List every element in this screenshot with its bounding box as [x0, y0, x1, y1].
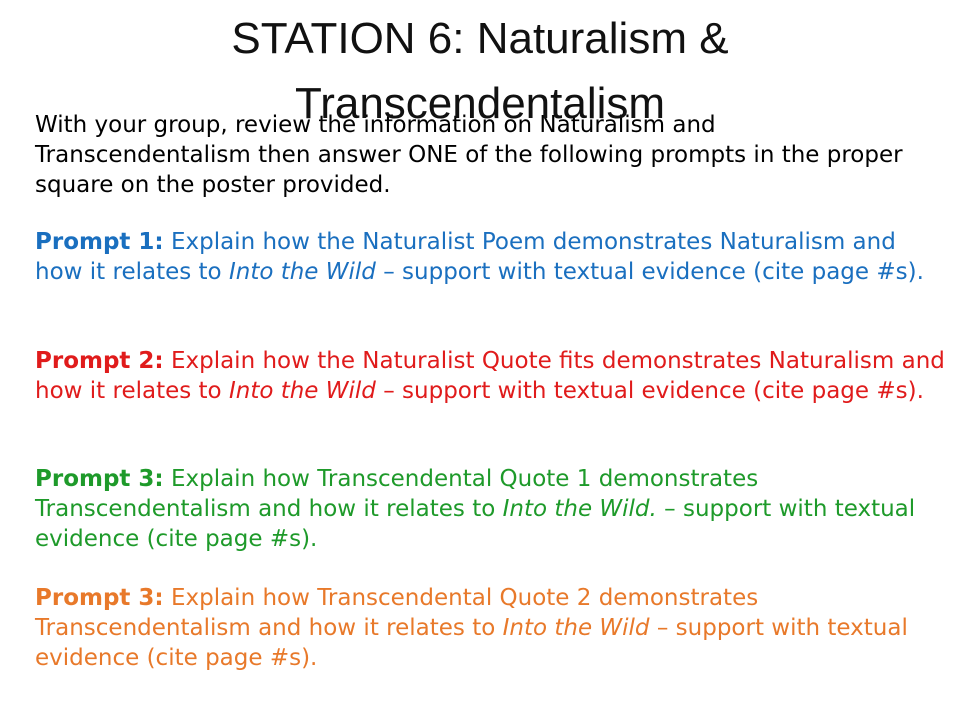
prompt-label: Prompt 3: [35, 585, 164, 611]
book-title: Into the Wild [228, 259, 376, 285]
prompt-1: Prompt 1: Explain how the Naturalist Poe… [35, 227, 945, 287]
book-title: Into the Wild. [502, 496, 657, 522]
slide-title-line-1: STATION 6: Naturalism & [231, 14, 729, 63]
slide: STATION 6: Naturalism & Transcendentalism… [0, 0, 960, 720]
slide-title-line-2: Transcendentalism [294, 79, 666, 128]
prompt-label: Prompt 3: [35, 466, 164, 492]
book-title: Into the Wild [228, 378, 376, 404]
slide-title: STATION 6: Naturalism & Transcendentalism [60, 6, 900, 136]
prompt-2: Prompt 2: Explain how the Naturalist Quo… [35, 346, 945, 406]
prompt-3-quote-1: Prompt 3: Explain how Transcendental Quo… [35, 464, 945, 554]
prompt-label: Prompt 2: [35, 348, 164, 374]
prompt-3-quote-2: Prompt 3: Explain how Transcendental Quo… [35, 583, 945, 673]
prompt-text-end: – support with textual evidence (cite pa… [375, 259, 924, 285]
prompt-text-end: – support with textual evidence (cite pa… [375, 378, 924, 404]
book-title: Into the Wild [502, 615, 650, 641]
prompt-label: Prompt 1: [35, 229, 164, 255]
